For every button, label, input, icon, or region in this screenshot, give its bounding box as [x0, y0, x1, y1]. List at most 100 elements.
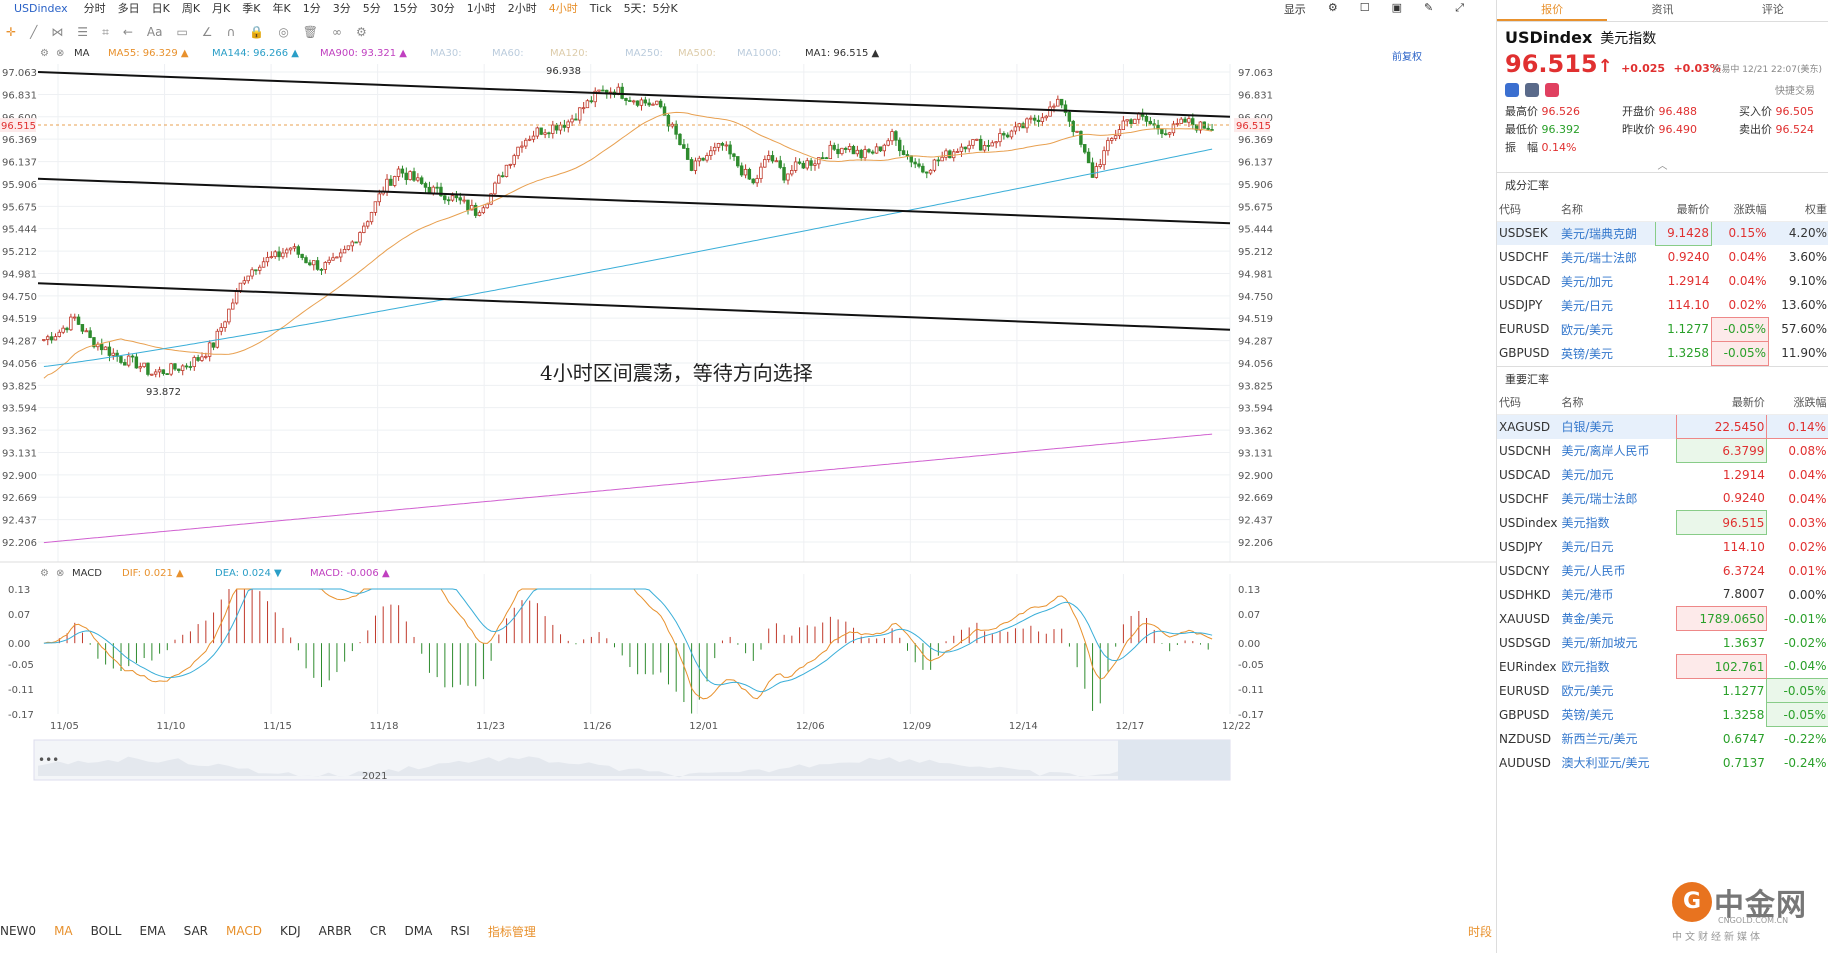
candle-body	[685, 147, 690, 160]
indicator-kdj[interactable]: KDJ	[280, 924, 301, 938]
important-row[interactable]: XAGUSD 白银/美元 22.5450 0.14%	[1497, 414, 1828, 439]
period-15[interactable]: Tick	[590, 2, 612, 15]
period-8[interactable]: 3分	[333, 2, 351, 15]
period-1[interactable]: 多日	[118, 2, 140, 15]
component-row[interactable]: EURUSD 欧元/美元 1.1277 -0.05% 57.60%	[1497, 316, 1828, 342]
indicator-sar[interactable]: SAR	[184, 924, 208, 938]
trend-line-1[interactable]	[37, 177, 1231, 225]
period-13[interactable]: 2小时	[508, 2, 537, 15]
important-row[interactable]: GBPUSD 英镑/美元 1.3258 -0.05%	[1497, 702, 1828, 727]
fullscreen-icon[interactable]: ⤢	[1455, 1, 1464, 17]
indicator-macd[interactable]: MACD	[226, 924, 262, 938]
important-row[interactable]: USDCHF 美元/瑞士法郎 0.9240 0.04%	[1497, 487, 1828, 511]
tab-comments[interactable]: 评论	[1718, 0, 1828, 21]
line-tool-icon[interactable]: ╱	[30, 25, 37, 39]
indicator-arbr[interactable]: ARBR	[319, 924, 352, 938]
fork-tool-icon[interactable]: ⋈	[51, 25, 63, 39]
trash-icon[interactable]: 🗑	[303, 25, 318, 39]
period-3[interactable]: 周K	[182, 2, 200, 15]
arrow-tool-icon[interactable]: ←	[123, 25, 133, 39]
candle-body	[585, 100, 590, 109]
period-11[interactable]: 30分	[430, 2, 455, 15]
period-12[interactable]: 1小时	[467, 2, 496, 15]
camera-icon[interactable]: ▣	[1392, 1, 1402, 17]
important-row[interactable]: USDCNY 美元/人民币 6.3724 0.01%	[1497, 559, 1828, 583]
col-header[interactable]: 代码	[1497, 390, 1560, 415]
important-row[interactable]: XAUUSD 黄金/美元 1789.0650 -0.01%	[1497, 606, 1828, 631]
period-6[interactable]: 年K	[272, 2, 290, 15]
component-row[interactable]: GBPUSD 英镑/美元 1.3258 -0.05% 11.90%	[1497, 340, 1828, 366]
important-row[interactable]: USDSGD 美元/新加坡元 1.3637 -0.02%	[1497, 631, 1828, 655]
indicator-dma[interactable]: DMA	[405, 924, 433, 938]
crosshair-icon[interactable]: ✛	[6, 25, 16, 39]
period-10[interactable]: 15分	[393, 2, 418, 15]
note-tool-icon[interactable]: ▭	[176, 25, 187, 39]
important-row[interactable]: USDJPY 美元/日元 114.10 0.02%	[1497, 535, 1828, 559]
navigator-handle-icon[interactable]: •••	[38, 753, 59, 767]
close-icon[interactable]: ⊗	[56, 48, 64, 59]
indicator-rsi[interactable]: RSI	[450, 924, 470, 938]
important-row[interactable]: EURUSD 欧元/美元 1.1277 -0.05%	[1497, 678, 1828, 703]
checkbox-icon[interactable]: ☐	[1360, 1, 1370, 17]
eye-icon[interactable]: ◎	[278, 25, 288, 39]
component-row[interactable]: USDCAD 美元/加元 1.2914 0.04% 9.10%	[1497, 269, 1828, 293]
heart-icon[interactable]	[1545, 82, 1559, 97]
period-0[interactable]: 分时	[84, 2, 106, 15]
period-9[interactable]: 5分	[363, 2, 381, 15]
channel-tool-icon[interactable]: ☰	[77, 25, 88, 39]
tab-quote[interactable]: 报价	[1497, 0, 1608, 21]
col-header[interactable]: 最新价	[1676, 390, 1767, 415]
period-14[interactable]: 4小时	[549, 2, 578, 15]
collapse-icon[interactable]: ︿	[1497, 157, 1828, 172]
col-header[interactable]: 名称	[1559, 197, 1656, 222]
period-button[interactable]: 时段	[1468, 923, 1492, 940]
indicator-cr[interactable]: CR	[370, 924, 387, 938]
period-16[interactable]: 5天：5分K	[624, 2, 678, 15]
indicator-ma[interactable]: MA	[54, 924, 73, 938]
tab-news[interactable]: 资讯	[1607, 0, 1717, 21]
settings-icon[interactable]: ⚙	[1328, 1, 1338, 17]
link-icon[interactable]: ∞	[332, 25, 342, 39]
period-5[interactable]: 季K	[242, 2, 260, 15]
important-row[interactable]: USDindex 美元指数 96.515 0.03%	[1497, 510, 1828, 535]
indicator-ema[interactable]: EMA	[139, 924, 165, 938]
col-header[interactable]: 涨跌幅	[1711, 197, 1769, 222]
important-row[interactable]: USDCNH 美元/离岸人民币 6.3799 0.08%	[1497, 438, 1828, 463]
navigator-window[interactable]	[1118, 740, 1230, 780]
col-header[interactable]: 权重	[1768, 197, 1828, 222]
quick-trade-button[interactable]: 快捷交易	[1775, 82, 1815, 97]
component-row[interactable]: USDSEK 美元/瑞典克朗 9.1428 0.15% 4.20%	[1497, 220, 1828, 246]
kline-chart[interactable]: 11/05 11/10 11/15 11/18 11/23 11/26 12/01 12/06…	[0, 64, 1496, 864]
component-row[interactable]: USDJPY 美元/日元 114.10 0.02% 13.60%	[1497, 293, 1828, 317]
important-row[interactable]: AUDUSD 澳大利亚元/美元 0.7137 -0.24%	[1497, 751, 1828, 775]
period-4[interactable]: 月K	[212, 2, 230, 15]
restore-button[interactable]: 前复权	[1392, 48, 1422, 63]
period-7[interactable]: 1分	[303, 2, 321, 15]
period-2[interactable]: 日K	[152, 2, 170, 15]
col-header[interactable]: 名称	[1559, 390, 1677, 415]
text-tool-icon[interactable]: Aa	[147, 25, 163, 39]
important-row[interactable]: EURindex 欧元指数 102.761 -0.04%	[1497, 654, 1828, 679]
important-row[interactable]: NZDUSD 新西兰元/美元 0.6747 -0.22%	[1497, 727, 1828, 751]
indicator-config-button[interactable]: 指标管理	[488, 923, 536, 940]
important-row[interactable]: USDHKD 美元/港币 7.8007 0.00%	[1497, 583, 1828, 607]
display-menu[interactable]: 显示	[1284, 1, 1306, 17]
symbol-label[interactable]: USDindex	[14, 2, 68, 15]
indicator-new0[interactable]: NEW0	[0, 924, 36, 938]
indicator-boll[interactable]: BOLL	[91, 924, 122, 938]
settings-icon[interactable]: ⚙	[40, 48, 49, 59]
lock-icon[interactable]: 🔒	[249, 25, 264, 39]
measure-tool-icon[interactable]: ∠	[202, 25, 213, 39]
col-header[interactable]: 最新价	[1655, 197, 1712, 222]
fib-tool-icon[interactable]: ⌗	[102, 25, 109, 40]
trend-line-2[interactable]	[37, 282, 1231, 331]
globe-icon[interactable]	[1505, 82, 1519, 97]
important-row[interactable]: USDCAD 美元/加元 1.2914 0.04%	[1497, 463, 1828, 487]
pen-icon[interactable]: ✎	[1424, 1, 1433, 17]
col-header[interactable]: 代码	[1497, 197, 1559, 222]
magnet-icon[interactable]: ∩	[227, 25, 236, 39]
doc-icon[interactable]	[1525, 82, 1539, 97]
col-header[interactable]: 涨跌幅	[1766, 390, 1828, 415]
component-row[interactable]: USDCHF 美元/瑞士法郎 0.9240 0.04% 3.60%	[1497, 245, 1828, 269]
gear-icon[interactable]: ⚙	[356, 25, 367, 39]
